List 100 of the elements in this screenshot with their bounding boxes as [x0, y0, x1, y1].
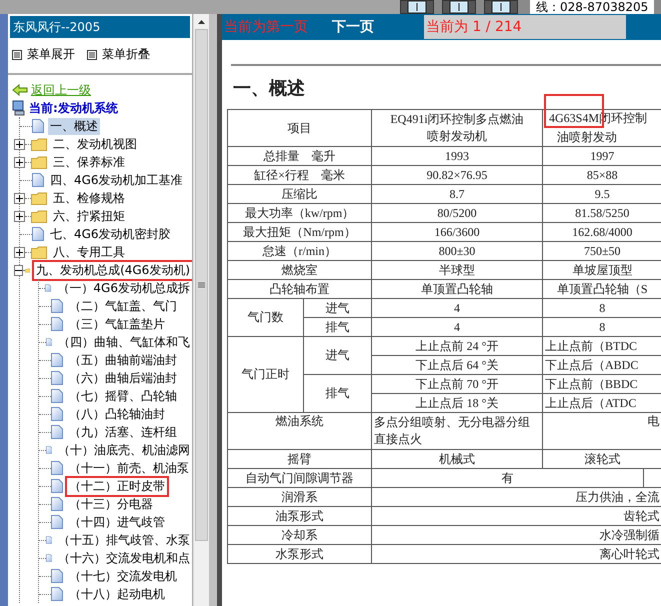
tree-item[interactable]: （一）4G6发动机总成拆 [55, 280, 192, 296]
table-cell: 800±30 [372, 242, 542, 260]
menu-button[interactable]: 菜单折叠 [87, 46, 150, 63]
tree-item[interactable]: （四）曲轴、气缸体和飞 [56, 334, 192, 350]
tree-item[interactable]: （十四）进气歧管 [67, 514, 167, 530]
page-indicator: 当前为 1 / 214 [424, 15, 626, 39]
tree-item[interactable]: （八）凸轮轴油封 [67, 406, 167, 422]
tree-item[interactable]: 三、保养标准 [51, 154, 127, 170]
table-cell: 进气 [304, 336, 372, 374]
folder-icon [31, 138, 47, 150]
toolbar-icon[interactable] [400, 0, 434, 14]
table-cell: 离心叶轮式 [372, 544, 661, 564]
table-cell: 气门数 [228, 298, 304, 336]
document-icon [51, 371, 63, 385]
tree-item[interactable]: （十）油底壳、机油滤网 [56, 442, 192, 458]
tree-item[interactable]: 六、拧紧扭矩 [51, 208, 127, 224]
table-header-cell: 项目 [228, 110, 372, 146]
expand-icon[interactable] [14, 192, 25, 204]
document-icon [51, 317, 63, 331]
current-section: 当前:发动机系统 [29, 100, 118, 116]
table-cell: 冷却系 [228, 526, 372, 544]
table-cell: 燃烧室 [228, 260, 372, 280]
document-icon [51, 515, 63, 529]
document-icon [51, 479, 63, 493]
toolbar-icon[interactable] [484, 0, 518, 14]
table-cell: 上止点后 18 °关 [372, 394, 542, 412]
tree-item[interactable]: （二）气缸盖、气门 [67, 298, 179, 314]
table-cell: 半球型 [372, 260, 542, 280]
table-cell: 燃油系统 [228, 412, 372, 450]
tree-item[interactable]: 四、4G6发动机加工基准 [48, 172, 185, 188]
document-icon [46, 551, 52, 565]
table-cell: 水泵形式 [228, 544, 372, 564]
table-cell: 90.82×76.95 [372, 166, 542, 184]
table-header-cell: EQ491i闭环控制多点燃油 喷射发动机 [372, 110, 542, 146]
table-cell: 有 [372, 468, 644, 488]
table-cell: 总排量 毫升 [228, 146, 372, 166]
table-cell: 排气 [304, 318, 372, 336]
table-cell: 进气 [304, 298, 372, 318]
back-arrow-icon [12, 84, 28, 96]
table-cell: 自动气门间隙调节器 [228, 468, 372, 488]
tree-item[interactable]: （六）曲轴后端油封 [67, 370, 179, 386]
tree-item[interactable]: （十六）交流发电机和点 [56, 550, 192, 566]
tree-item[interactable]: （七）摇臂、凸轮轴 [67, 388, 179, 404]
tree-item[interactable]: 九、发动机总成(4G6发动机) [34, 262, 192, 278]
document-icon [51, 389, 63, 403]
tree-item[interactable]: （十七）交流发电机 [67, 568, 179, 584]
tree-item[interactable]: （十二）正时皮带 [67, 478, 167, 494]
table-cell: 电 [542, 412, 661, 450]
table-cell: 润滑系 [228, 488, 372, 506]
table-cell: 多点分组喷射、无分电器分组直接点火 [372, 412, 542, 450]
document-icon [46, 533, 52, 547]
page-status: 当前为第一页 [224, 18, 309, 36]
tree-item[interactable]: 八、专用工具 [51, 244, 127, 260]
table-cell: 最大扭矩（Nm/rpm） [228, 222, 372, 242]
document-icon [51, 497, 63, 511]
document-icon [51, 353, 63, 367]
next-page-link[interactable]: 下一页 [332, 18, 424, 36]
tree-item[interactable]: 五、检修规格 [51, 190, 127, 206]
tree-item[interactable]: （十三）分电器 [67, 496, 155, 512]
table-cell: 单顶置凸轮轴 [372, 280, 542, 298]
table-cell: 1993 [372, 146, 542, 166]
menu-button[interactable]: 菜单展开 [12, 46, 75, 63]
table-cell: 8.7 [372, 184, 542, 204]
toolbar-icon[interactable] [442, 0, 476, 14]
scrollbar[interactable] [193, 14, 209, 606]
document-icon [46, 443, 52, 457]
tree-item[interactable]: 二、发动机视图 [51, 136, 139, 152]
table-cell: 166/3600 [372, 222, 542, 242]
table-cell: 凸轮轴布置 [228, 280, 372, 298]
document-icon [51, 461, 63, 475]
document-icon [32, 119, 44, 133]
panel-title: 东风风行--2005 [10, 16, 190, 38]
document-icon [51, 425, 63, 439]
expand-icon[interactable] [14, 246, 25, 258]
menu-list-icon [87, 50, 97, 60]
tree-item[interactable]: 一、概述 [48, 118, 100, 134]
tree-item[interactable]: （十一）前壳、机油泵 [67, 460, 191, 476]
document-icon [46, 335, 52, 349]
table-cell: 下止点前 70 °开 [372, 374, 542, 394]
document-icon [51, 407, 63, 421]
tree-item[interactable]: （三）气缸盖垫片 [67, 316, 167, 332]
folder-icon [31, 210, 47, 222]
tree-item[interactable]: 七、4G6发动机密封胶 [48, 226, 173, 242]
table-cell: 压缩比 [228, 184, 372, 204]
menu-list-icon [12, 50, 22, 60]
collapse-icon[interactable] [14, 264, 23, 276]
expand-icon[interactable] [14, 138, 25, 150]
tree-item[interactable]: （五）曲轴前端油封 [67, 352, 179, 368]
table-cell: 缸径×行程 毫米 [228, 166, 372, 184]
back-link[interactable]: 返回上一级 [31, 82, 91, 98]
tree-item[interactable]: （十八）起动电机 [67, 586, 167, 602]
table-cell: 下止点后 64 °关 [372, 356, 542, 374]
expand-icon[interactable] [14, 156, 25, 168]
tree-item[interactable]: （九）活塞、连杆组 [67, 424, 179, 440]
scroll-thumb[interactable] [195, 29, 208, 541]
expand-icon[interactable] [14, 210, 25, 222]
table-cell: 怠速（r/min） [228, 242, 372, 260]
tree-item[interactable]: （十五）排气歧管、水泵 [56, 532, 192, 548]
computer-icon [12, 100, 26, 116]
folder-icon [31, 156, 47, 168]
